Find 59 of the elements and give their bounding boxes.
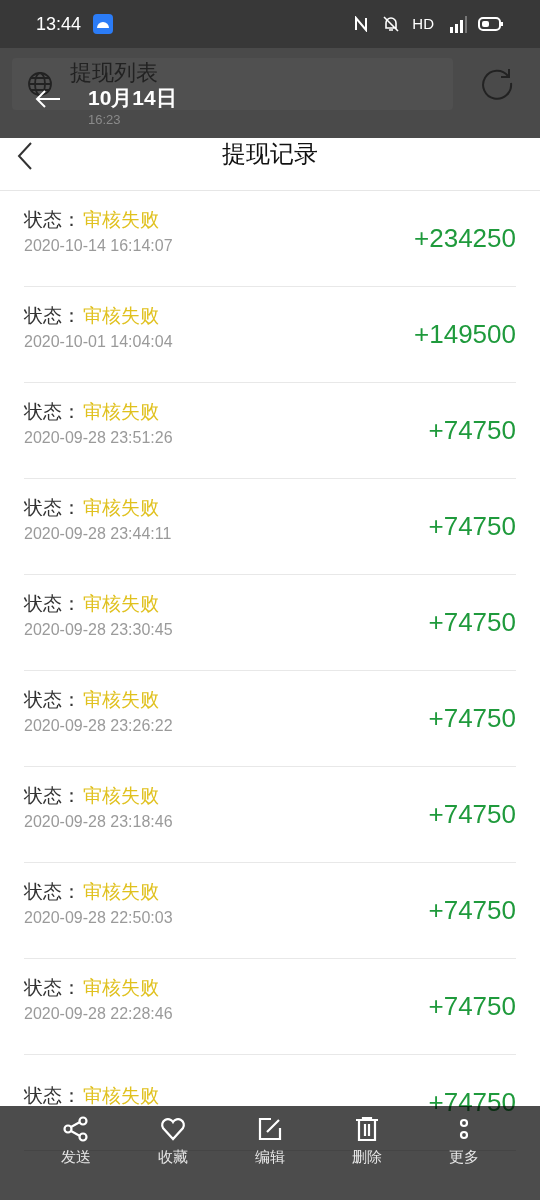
toolbar-action[interactable]: 更多: [433, 1116, 494, 1169]
message-time: 16:23: [88, 112, 121, 128]
record-datetime: 2020-09-28 23:26:22: [24, 716, 174, 737]
network-label: HD: [412, 13, 434, 34]
record-amount: +234250: [414, 222, 516, 255]
record-datetime: 2020-09-28 23:18:46: [24, 812, 174, 833]
status-time: 13:44: [36, 12, 82, 36]
status-label: 状态：: [24, 399, 81, 424]
record-datetime: 2020-09-28 23:44:11: [24, 524, 173, 545]
record-datetime: 2020-09-28 23:30:45: [24, 620, 174, 641]
status-label: 状态：: [24, 495, 81, 520]
record-amount: +74750: [428, 990, 516, 1023]
status-label: 状态：: [24, 1083, 81, 1108]
status-value: 审核失败: [83, 399, 159, 424]
record-datetime: 2020-09-28 23:51:26: [24, 428, 174, 449]
status-value: 审核失败: [83, 207, 159, 232]
record-amount: +149500: [414, 318, 516, 351]
status-value: 审核失败: [83, 1083, 159, 1108]
record-amount: +74750: [428, 798, 516, 831]
screen-title: 提现记录: [222, 139, 318, 169]
status-value: 审核失败: [83, 495, 159, 520]
more-icon: [458, 1118, 469, 1140]
record-amount: +74750: [428, 510, 516, 543]
record-amount: +74750: [428, 894, 516, 927]
status-value: 审核失败: [83, 783, 159, 808]
globe-icon: [27, 71, 53, 97]
message-date: 10月14日: [88, 87, 177, 109]
status-value: 审核失败: [83, 879, 159, 904]
status-label: 状态：: [24, 879, 81, 904]
edit-icon: [257, 1116, 283, 1142]
status-value: 审核失败: [83, 687, 159, 712]
nfc-icon: [354, 16, 369, 32]
record-datetime: 2020-09-28 22:50:03: [24, 908, 174, 929]
toolbar-action[interactable]: 收藏: [143, 1116, 204, 1169]
record-datetime: 2020-09-28 22:28:46: [24, 1004, 174, 1025]
status-value: 审核失败: [83, 975, 159, 1000]
status-label: 状态：: [24, 783, 81, 808]
back-icon[interactable]: [16, 141, 34, 171]
back-arrow-icon[interactable]: [35, 90, 61, 108]
status-label: 状态：: [24, 591, 81, 616]
trash-icon: [353, 1116, 380, 1142]
status-label: 状态：: [24, 975, 81, 1000]
status-value: 审核失败: [83, 591, 159, 616]
battery-icon: [478, 16, 504, 32]
toolbar-action[interactable]: 发送: [46, 1116, 107, 1169]
heart-icon: [160, 1116, 187, 1142]
toolbar-action[interactable]: 删除: [336, 1116, 397, 1169]
record-datetime: 2020-10-14 16:14:07: [24, 236, 174, 257]
android-icon: [93, 14, 114, 34]
status-label: 状态：: [24, 303, 81, 328]
status-label: 状态：: [24, 207, 81, 232]
status-value: 审核失败: [83, 303, 159, 328]
record-amount: +74750: [428, 606, 516, 639]
record-amount: +74750: [428, 702, 516, 735]
record-datetime: 2020-10-01 14:04:04: [24, 332, 174, 353]
status-label: 状态：: [24, 687, 81, 712]
share-icon: [63, 1116, 90, 1142]
record-amount: +74750: [428, 414, 516, 447]
toolbar-action[interactable]: 编辑: [240, 1116, 300, 1169]
